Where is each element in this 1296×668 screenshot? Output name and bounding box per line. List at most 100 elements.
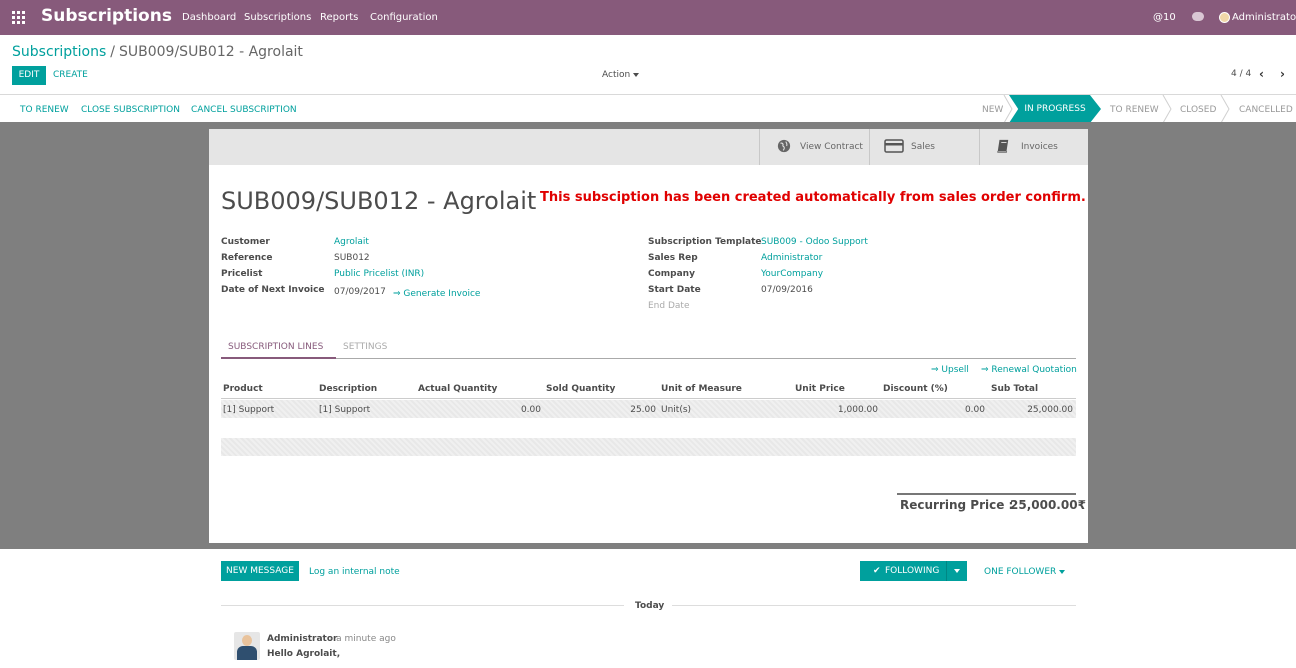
renewal-quotation-button[interactable]: ⇒ Renewal Quotation — [981, 365, 1077, 375]
col-product[interactable]: Product — [223, 384, 263, 394]
pager-next-icon[interactable]: › — [1280, 67, 1285, 81]
stage-chevron-icon — [1162, 95, 1172, 123]
cell-description: [1] Support — [319, 405, 371, 415]
stage-chevron-icon — [1003, 95, 1013, 123]
sales-rep-link[interactable]: Administrator — [761, 253, 822, 263]
today-divider-right — [672, 605, 1076, 606]
tab-settings[interactable]: SETTINGS — [343, 342, 387, 352]
next-invoice-label: Date of Next Invoice — [221, 285, 325, 295]
today-label: Today — [635, 601, 665, 611]
reference-value: SUB012 — [334, 253, 370, 263]
sales-button[interactable]: Sales — [869, 129, 979, 165]
close-subscription-button[interactable]: CLOSE SUBSCRIPTION — [81, 105, 180, 115]
caret-down-icon[interactable] — [954, 569, 960, 573]
create-button[interactable]: CREATE — [53, 70, 88, 80]
pager-value: 4 / 4 — [1231, 69, 1252, 79]
customer-label: Customer — [221, 237, 270, 247]
invoices-label: Invoices — [1021, 142, 1058, 152]
view-contract-button[interactable]: View Contract — [759, 129, 869, 165]
company-label: Company — [648, 269, 695, 279]
user-avatar-icon[interactable] — [1219, 12, 1230, 23]
cancel-subscription-button[interactable]: CANCEL SUBSCRIPTION — [191, 105, 297, 115]
breadcrumb-current: SUB009/SUB012 - Agrolait — [119, 44, 303, 60]
book-icon — [997, 139, 1009, 153]
breadcrumb: Subscriptions / SUB009/SUB012 - Agrolait — [12, 44, 303, 60]
col-sold-quantity[interactable]: Sold Quantity — [546, 384, 615, 394]
next-invoice-value: 07/09/2017 — [334, 287, 386, 297]
cell-discount: 0.00 — [964, 405, 985, 415]
reference-label: Reference — [221, 253, 273, 263]
apps-menu-icon[interactable] — [12, 11, 26, 25]
log-note-button[interactable]: Log an internal note — [309, 567, 400, 577]
stage-to-renew[interactable]: TO RENEW — [1110, 105, 1159, 115]
to-renew-button[interactable]: TO RENEW — [20, 105, 69, 115]
cell-actual-quantity: 0.00 — [520, 405, 541, 415]
auto-created-notice: This subsciption has been created automa… — [540, 190, 1086, 205]
start-date-label: Start Date — [648, 285, 701, 295]
caret-down-icon — [1059, 569, 1066, 574]
message-time: - a minute ago — [330, 634, 396, 644]
status-bar: TO RENEW CLOSE SUBSCRIPTION CANCEL SUBSC… — [0, 94, 1296, 123]
app-title: Subscriptions — [41, 6, 172, 26]
mentions-counter[interactable]: @10 — [1153, 12, 1176, 23]
invoices-button[interactable]: Invoices — [979, 129, 1088, 165]
col-description[interactable]: Description — [319, 384, 377, 394]
recurring-price-label: Recurring Price : — [900, 498, 1014, 512]
breadcrumb-separator: / — [110, 44, 115, 60]
notebook-tabs: SUBSCRIPTION LINES SETTINGS — [221, 339, 1076, 359]
col-unit-price[interactable]: Unit Price — [795, 384, 845, 394]
pager-previous-icon[interactable]: ‹ — [1259, 67, 1264, 81]
stage-cancelled[interactable]: CANCELLED — [1239, 105, 1293, 115]
pricelist-label: Pricelist — [221, 269, 263, 279]
author-avatar[interactable] — [234, 632, 260, 660]
split-divider — [946, 561, 947, 581]
template-label: Subscription Template — [648, 237, 762, 247]
chat-icon[interactable] — [1192, 12, 1204, 21]
company-link[interactable]: YourCompany — [761, 269, 823, 279]
following-button[interactable]: ✔ FOLLOWING — [860, 561, 967, 581]
message-author[interactable]: Administrator — [267, 634, 337, 644]
new-message-button[interactable]: NEW MESSAGE — [221, 561, 299, 581]
top-navbar: Subscriptions Dashboard Subscriptions Re… — [0, 0, 1296, 35]
action-dropdown[interactable]: Action — [602, 70, 640, 80]
col-actual-quantity[interactable]: Actual Quantity — [418, 384, 497, 394]
credit-card-icon — [884, 139, 904, 153]
action-label: Action — [602, 70, 631, 80]
start-date-value: 07/09/2016 — [761, 285, 813, 295]
sales-label: Sales — [911, 142, 935, 152]
total-separator — [897, 493, 1076, 495]
stage-new[interactable]: NEW — [982, 105, 1003, 115]
check-icon: ✔ — [873, 566, 881, 576]
customer-link[interactable]: Agrolait — [334, 237, 369, 247]
cell-sold-quantity: 25.00 — [630, 405, 656, 415]
followers-dropdown[interactable]: ONE FOLLOWER — [984, 567, 1066, 577]
view-contract-label: View Contract — [800, 142, 863, 152]
col-unit-of-measure[interactable]: Unit of Measure — [661, 384, 742, 394]
menu-configuration[interactable]: Configuration — [370, 12, 438, 23]
stage-in-progress[interactable]: IN PROGRESS — [1009, 95, 1101, 123]
template-link[interactable]: SUB009 - Odoo Support — [761, 237, 868, 247]
menu-dashboard[interactable]: Dashboard — [182, 12, 236, 23]
table-empty-row — [221, 438, 1076, 456]
generate-invoice-button[interactable]: ⇒ Generate Invoice — [393, 289, 480, 299]
message-body: Hello Agrolait, — [267, 649, 341, 659]
upsell-button[interactable]: ⇒ Upsell — [931, 365, 969, 375]
breadcrumb-parent[interactable]: Subscriptions — [12, 44, 106, 60]
cell-unit-price: 1,000.00 — [837, 405, 878, 415]
cell-unit-of-measure: Unit(s) — [661, 405, 692, 415]
col-sub-total[interactable]: Sub Total — [991, 384, 1038, 394]
tab-subscription-lines[interactable]: SUBSCRIPTION LINES — [228, 342, 323, 352]
globe-icon — [777, 139, 791, 153]
user-menu[interactable]: Administrator — [1232, 12, 1296, 23]
stage-closed[interactable]: CLOSED — [1180, 105, 1216, 115]
menu-reports[interactable]: Reports — [320, 12, 358, 23]
table-row[interactable]: [1] Support [1] Support 0.00 25.00 Unit(… — [221, 400, 1076, 418]
caret-down-icon — [633, 72, 640, 77]
pricelist-link[interactable]: Public Pricelist (INR) — [334, 269, 424, 279]
form-sheet: View Contract Sales Invoices SUB009/SUB0… — [209, 129, 1088, 543]
col-discount[interactable]: Discount (%) — [883, 384, 948, 394]
menu-subscriptions[interactable]: Subscriptions — [244, 12, 311, 23]
sales-rep-label: Sales Rep — [648, 253, 698, 263]
edit-button[interactable]: EDIT — [12, 66, 46, 85]
followers-label: ONE FOLLOWER — [984, 567, 1057, 577]
